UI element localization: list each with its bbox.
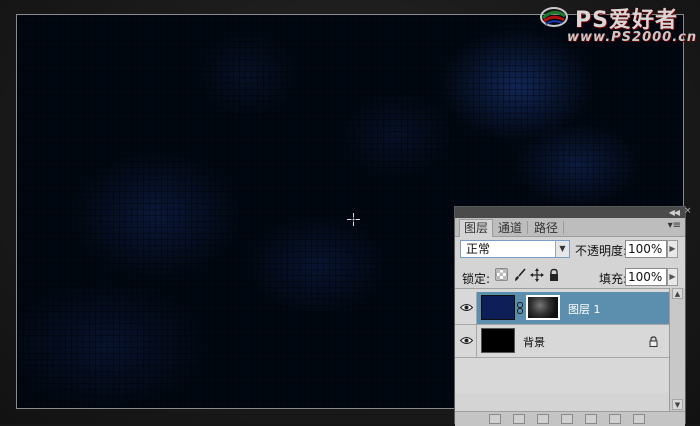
new-layer-icon[interactable] xyxy=(609,414,621,424)
lock-label: 锁定: xyxy=(462,272,491,286)
eye-icon xyxy=(460,304,473,311)
layers-panel: ◀◀ × 图层 通道 路径 ▾≡ 正常 ▼ 不透明度: 100% ▶ 锁定: 填… xyxy=(454,206,692,426)
lock-move-icon[interactable] xyxy=(530,268,544,282)
blend-mode-value: 正常 xyxy=(466,242,491,256)
lock-row: 锁定: 填充: 100% ▶ xyxy=(455,265,685,289)
trash-icon[interactable] xyxy=(633,414,645,424)
lock-brush-icon[interactable] xyxy=(513,268,527,282)
tab-divider xyxy=(563,221,564,234)
layer-name[interactable]: 图层 1 xyxy=(568,301,601,317)
layer-style-icon[interactable] xyxy=(513,414,525,424)
layer-row-background[interactable]: 背景 xyxy=(455,325,670,358)
blend-row: 正常 ▼ 不透明度: 100% ▶ xyxy=(455,237,685,261)
opacity-label: 不透明度: xyxy=(575,244,628,258)
layer-thumbnail[interactable] xyxy=(481,295,515,320)
link-layers-icon[interactable] xyxy=(489,414,501,424)
opacity-slider-button[interactable]: ▶ xyxy=(667,240,678,258)
adjustment-layer-icon[interactable] xyxy=(561,414,573,424)
blend-mode-select[interactable]: 正常 ▼ xyxy=(460,240,570,258)
eye-icon xyxy=(460,337,473,344)
tab-paths[interactable]: 路径 xyxy=(530,220,562,236)
lock-icon xyxy=(649,336,658,347)
logo-icon xyxy=(540,7,568,27)
watermark-logo: PS爱好者 www.PS2000.cn xyxy=(537,2,697,50)
layers-scrollbar[interactable]: ▲ ▼ xyxy=(669,288,685,411)
opacity-input[interactable]: 100% xyxy=(625,240,667,258)
scroll-down-icon[interactable]: ▼ xyxy=(672,399,683,410)
close-panel-icon[interactable]: × xyxy=(684,206,693,217)
crosshair-cursor-icon xyxy=(347,213,360,226)
lock-all-icon[interactable] xyxy=(547,268,561,282)
fill-label: 填充: xyxy=(599,272,628,286)
layer-name[interactable]: 背景 xyxy=(523,334,545,350)
chain-link-icon[interactable] xyxy=(517,302,523,314)
panel-tabs: 图层 通道 路径 ▾≡ xyxy=(455,218,685,237)
scroll-up-icon[interactable]: ▲ xyxy=(672,288,683,299)
collapse-panel-icon[interactable]: ◀◀ xyxy=(669,207,680,218)
layers-list: 图层 1 背景 xyxy=(455,288,670,393)
tab-layers[interactable]: 图层 xyxy=(459,219,494,237)
visibility-toggle[interactable] xyxy=(455,292,477,324)
chevron-down-icon[interactable]: ▼ xyxy=(555,241,569,257)
add-mask-icon[interactable] xyxy=(537,414,549,424)
panel-menu-icon[interactable]: ▾≡ xyxy=(668,220,681,231)
panel-title-bar: ◀◀ × xyxy=(455,206,692,218)
fill-input[interactable]: 100% xyxy=(625,268,667,286)
lock-transparent-icon[interactable] xyxy=(495,268,509,282)
layer-mask-thumbnail[interactable] xyxy=(526,295,560,320)
new-group-icon[interactable] xyxy=(585,414,597,424)
watermark-url: www.PS2000.cn xyxy=(567,30,698,45)
fill-slider-button[interactable]: ▶ xyxy=(667,268,678,286)
tab-channels[interactable]: 通道 xyxy=(494,220,526,236)
visibility-toggle[interactable] xyxy=(455,325,477,357)
layer-row-layer1[interactable]: 图层 1 xyxy=(455,292,670,325)
tab-divider xyxy=(527,221,528,234)
layer-thumbnail[interactable] xyxy=(481,328,515,353)
